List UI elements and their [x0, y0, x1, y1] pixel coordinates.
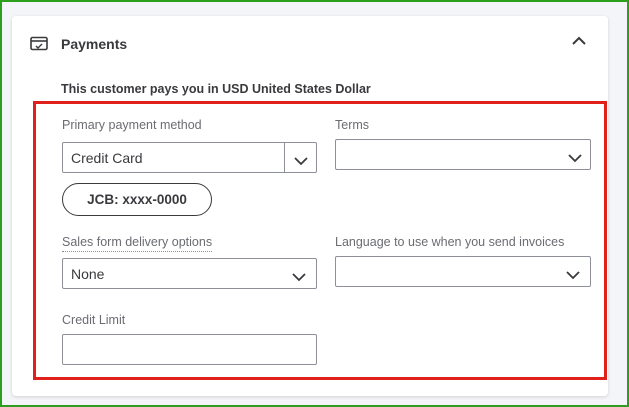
- saved-card-button[interactable]: JCB: xxxx-0000: [62, 183, 212, 216]
- primary-payment-method-select[interactable]: Credit Card: [62, 142, 317, 173]
- credit-limit-label: Credit Limit: [62, 313, 126, 327]
- collapse-button[interactable]: [568, 32, 590, 52]
- terms-label: Terms: [335, 118, 370, 132]
- chevron-down-icon[interactable]: [566, 267, 580, 280]
- chevron-down-icon[interactable]: [568, 150, 582, 163]
- sales-form-delivery-value: None: [71, 266, 105, 282]
- primary-payment-method-label: Primary payment method: [62, 118, 202, 132]
- chevron-down-icon[interactable]: [292, 269, 306, 282]
- terms-select[interactable]: [335, 139, 591, 170]
- chevron-up-icon: [571, 33, 587, 51]
- invoice-language-select[interactable]: [335, 256, 591, 287]
- sales-form-delivery-select[interactable]: None: [62, 258, 317, 289]
- primary-payment-method-value: Credit Card: [71, 150, 143, 166]
- select-divider: [284, 143, 285, 172]
- section-title: Payments: [61, 36, 128, 52]
- sales-form-delivery-label[interactable]: Sales form delivery options: [62, 235, 213, 252]
- payment-card-icon: [30, 36, 48, 52]
- currency-note: This customer pays you in USD United Sta…: [61, 82, 371, 96]
- chevron-down-icon[interactable]: [294, 153, 308, 166]
- invoice-language-label: Language to use when you send invoices: [335, 235, 565, 249]
- credit-limit-input[interactable]: [62, 334, 317, 365]
